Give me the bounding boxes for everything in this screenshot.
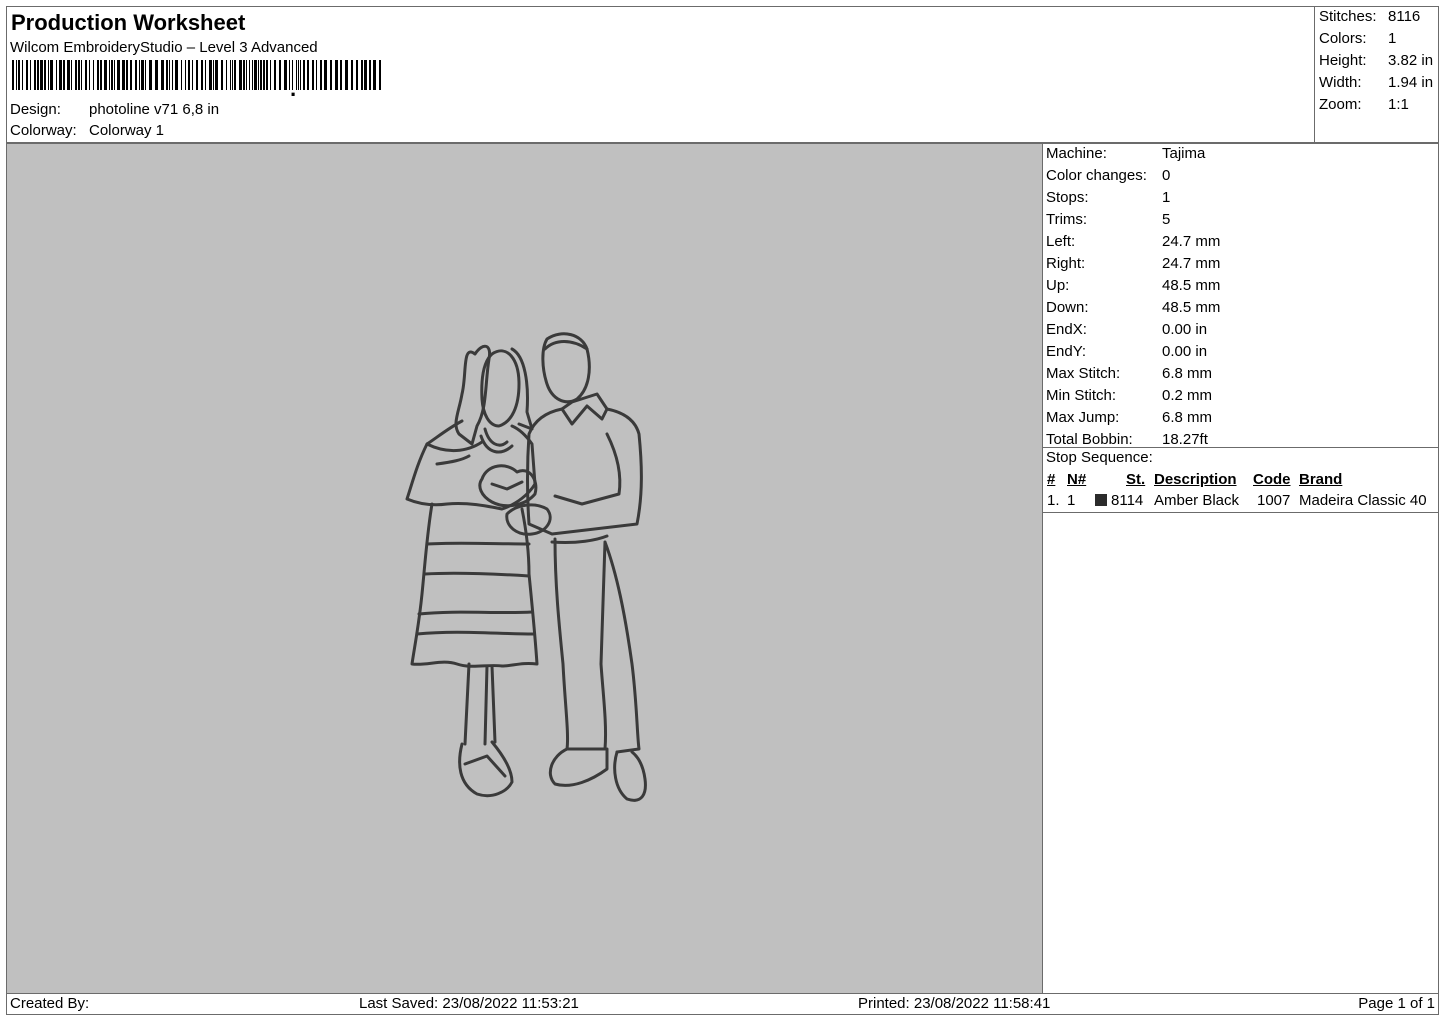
- detail-value: 0: [1162, 167, 1171, 184]
- detail-value: 48.5 mm: [1162, 299, 1221, 316]
- man-legs: [553, 537, 641, 754]
- detail-label: EndX:: [1046, 321, 1087, 338]
- detail-label: Stops:: [1046, 189, 1089, 206]
- last-saved: Last Saved: 23/08/2022 11:53:21: [359, 995, 579, 1012]
- man-collar: [560, 404, 609, 426]
- man-belt: [550, 534, 609, 544]
- col-needle: N#: [1067, 471, 1087, 488]
- col-description: Description: [1154, 471, 1237, 488]
- detail-value: 0.2 mm: [1162, 387, 1213, 404]
- detail-value: 5: [1162, 211, 1171, 228]
- cell-code: 1007: [1257, 492, 1291, 509]
- detail-label: Down:: [1046, 299, 1089, 316]
- cell-num: 1.: [1047, 492, 1060, 509]
- detail-value: 1: [1162, 189, 1171, 206]
- detail-label: Trims:: [1046, 211, 1088, 228]
- worksheet-header: Production Worksheet Wilcom EmbroiderySt…: [6, 6, 1439, 143]
- stat-label: Stitches:: [1319, 8, 1377, 25]
- barcode-image: ,: [12, 60, 381, 96]
- detail-label: EndY:: [1046, 343, 1087, 360]
- cell-description: Amber Black: [1154, 492, 1240, 509]
- stat-value: 8116: [1388, 8, 1421, 25]
- created-by: Created By:: [10, 995, 90, 1012]
- detail-value: 0.00 in: [1162, 343, 1208, 360]
- printed-date: Printed: 23/08/2022 11:58:41: [858, 995, 1051, 1012]
- detail-label: Machine:: [1046, 145, 1107, 162]
- page-title: Production Worksheet: [11, 10, 246, 35]
- cell-needle: 1: [1067, 492, 1076, 509]
- stats-divider: [1314, 7, 1315, 142]
- woman-shoes: [458, 740, 514, 798]
- worksheet-footer: Created By: Last Saved: 23/08/2022 11:53…: [6, 993, 1439, 1015]
- stat-value: 1.94 in: [1388, 74, 1434, 91]
- stat-label: Zoom:: [1319, 96, 1362, 113]
- man-hair: [543, 340, 589, 351]
- detail-label: Right:: [1046, 255, 1086, 272]
- stat-value: 1: [1388, 30, 1397, 47]
- detail-value: 6.8 mm: [1162, 365, 1213, 382]
- man-torso: [526, 392, 643, 536]
- colorway-label: Colorway:: [10, 122, 77, 139]
- woman-dress-band-2: [423, 571, 531, 578]
- software-name: Wilcom EmbroideryStudio – Level 3 Advanc…: [10, 39, 318, 56]
- detail-value: 0.00 in: [1162, 321, 1208, 338]
- man-arm: [553, 432, 622, 506]
- detail-label: Up:: [1046, 277, 1070, 294]
- col-num: #: [1047, 471, 1056, 488]
- detail-value: 24.7 mm: [1162, 255, 1221, 272]
- embroidery-design-image: [405, 332, 647, 802]
- cell-brand: Madeira Classic 40: [1299, 492, 1427, 509]
- detail-value: Tajima: [1162, 145, 1206, 162]
- section-divider: [1043, 447, 1438, 448]
- woman-dress-band-3: [417, 610, 534, 616]
- detail-value: 48.5 mm: [1162, 277, 1221, 294]
- detail-value: 6.8 mm: [1162, 409, 1213, 426]
- stat-label: Width:: [1319, 74, 1362, 91]
- stop-sequence-title: Stop Sequence:: [1046, 449, 1153, 466]
- woman-shawl: [405, 419, 537, 511]
- woman-dress: [410, 502, 539, 668]
- section-divider: [1043, 512, 1438, 513]
- stat-label: Height:: [1319, 52, 1367, 69]
- colorway-value: Colorway 1: [89, 122, 165, 139]
- woman-legs: [463, 662, 497, 746]
- woman-necklace: [479, 427, 514, 454]
- detail-label: Max Stitch:: [1046, 365, 1121, 382]
- detail-label: Min Stitch:: [1046, 387, 1117, 404]
- page-number: Page 1 of 1: [1358, 995, 1435, 1012]
- design-label: Design:: [10, 101, 61, 118]
- woman-dress-band-1: [425, 541, 531, 546]
- svg-text:,: ,: [290, 76, 296, 96]
- stat-label: Colors:: [1319, 30, 1367, 47]
- col-brand: Brand: [1299, 471, 1343, 488]
- detail-label: Max Jump:: [1046, 409, 1120, 426]
- design-value: photoline v71 6,8 in: [89, 101, 220, 118]
- detail-value: 24.7 mm: [1162, 233, 1221, 250]
- woman-dress-band-4: [415, 630, 535, 636]
- cell-stitches: 8114: [1111, 492, 1144, 509]
- machine-details-panel: Machine: Tajima Color changes: 0 Stops: …: [1042, 143, 1439, 994]
- detail-label: Left:: [1046, 233, 1076, 250]
- stat-value: 3.82 in: [1388, 52, 1434, 69]
- man-shoes: [548, 747, 647, 802]
- woman-shawl-fold: [425, 440, 484, 466]
- col-code: Code: [1253, 471, 1291, 488]
- stat-value: 1:1: [1388, 96, 1409, 113]
- detail-label: Color changes:: [1046, 167, 1147, 184]
- col-stitches: St.: [1126, 471, 1146, 488]
- thread-color-swatch: [1095, 494, 1107, 506]
- design-preview: [6, 143, 1043, 994]
